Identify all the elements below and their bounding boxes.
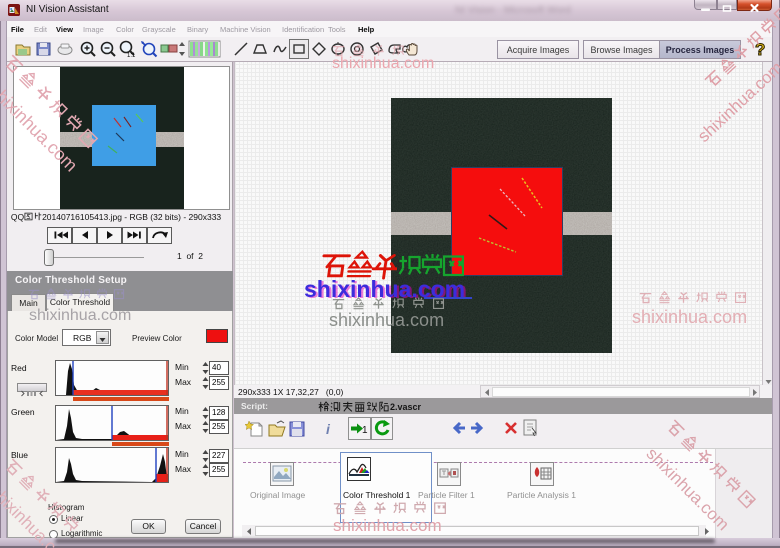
svg-text:1:1: 1:1 xyxy=(127,53,136,59)
svg-text:1: 1 xyxy=(362,425,368,436)
svg-text:?: ? xyxy=(755,40,765,59)
svg-text:i: i xyxy=(326,421,331,437)
